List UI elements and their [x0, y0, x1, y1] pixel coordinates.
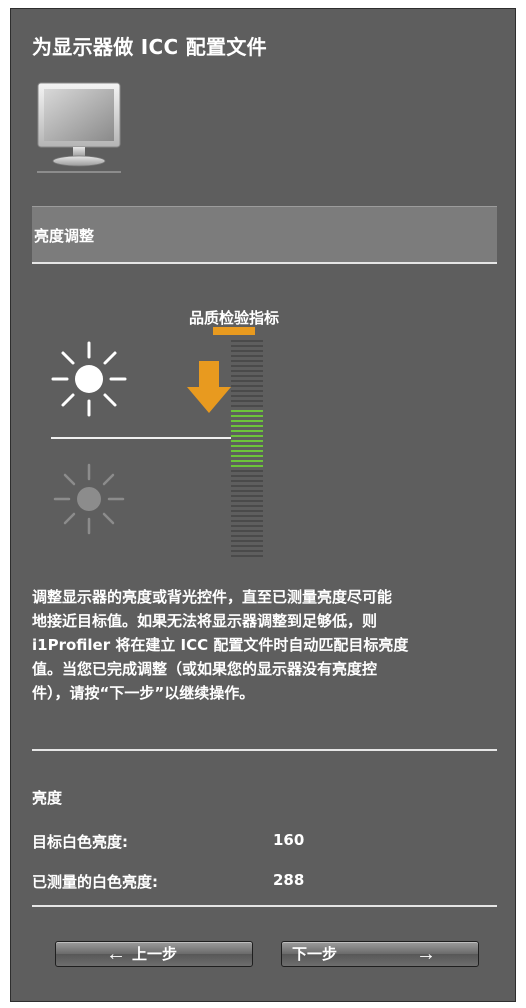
meter-tick-green	[231, 465, 263, 467]
instructions-line: 调整显示器的亮度或背光控件，直至已测量亮度尽可能	[32, 588, 393, 606]
meter-tick-green	[231, 415, 263, 417]
down-arrow-icon	[187, 361, 231, 413]
instructions-line: i1Profiler 将在建立 ICC 配置文件时自动匹配目标亮度	[32, 636, 409, 654]
meter-tick-green	[231, 430, 263, 432]
meter-tick	[231, 400, 263, 402]
meter-tick	[231, 500, 263, 502]
meter-tick-green	[231, 420, 263, 422]
meter-tick-green	[231, 455, 263, 457]
next-button[interactable]: 下一步 →	[281, 941, 479, 967]
instructions-line: 值。当您已完成调整（或如果您的显示器没有亮度控	[32, 660, 378, 678]
meter-tick-green	[231, 450, 263, 452]
meter-tick	[231, 370, 263, 372]
previous-button[interactable]: ← 上一步	[55, 941, 253, 967]
meter-tick	[231, 385, 263, 387]
meter-tick	[231, 480, 263, 482]
meter-tick	[231, 505, 263, 507]
meter-tick	[231, 550, 263, 552]
meter-tick	[231, 470, 263, 472]
meter-tick	[231, 350, 263, 352]
previous-button-label: 上一步	[132, 946, 178, 963]
section-header: 亮度调整	[32, 206, 497, 262]
instructions-text: 调整显示器的亮度或背光控件，直至已测量亮度尽可能 地接近目标值。如果无法将显示器…	[32, 585, 500, 705]
meter-tick	[231, 390, 263, 392]
window-title: 为显示器做 ICC 配置文件	[32, 35, 267, 59]
meter-tick	[231, 515, 263, 517]
quality-indicator-target-bar	[213, 327, 255, 335]
meter-tick	[231, 365, 263, 367]
sun-bright-icon	[51, 341, 127, 417]
next-button-label: 下一步	[292, 946, 338, 963]
meter-tick-green	[231, 445, 263, 447]
meter-tick	[231, 555, 263, 557]
meter-tick	[231, 545, 263, 547]
meter-tick	[231, 485, 263, 487]
meter-tick	[231, 395, 263, 397]
meter-tick-green	[231, 435, 263, 437]
measured-white-label: 已测量的白色亮度:	[32, 873, 158, 891]
meter-tick	[231, 525, 263, 527]
meter-tick-green	[231, 425, 263, 427]
quality-indicator-label: 品质检验指标	[189, 309, 280, 327]
meter-tick	[231, 405, 263, 407]
profile-panel: 为显示器做 ICC 配置文件 亮度调整 品质检验指标 调整显示器的亮度或背光控件…	[10, 8, 516, 1002]
meter-tick-green	[231, 440, 263, 442]
meter-tick-green	[231, 460, 263, 462]
meter-tick	[231, 495, 263, 497]
measured-white-value: 288	[273, 871, 305, 889]
meter-tick	[231, 380, 263, 382]
target-white-label: 目标白色亮度:	[32, 833, 128, 851]
arrow-right-icon: →	[416, 943, 436, 965]
footer-divider	[32, 905, 497, 907]
section-title: 亮度调整	[34, 227, 95, 245]
brightness-divider	[32, 749, 497, 751]
meter-tick	[231, 540, 263, 542]
section-divider	[32, 262, 497, 264]
brightness-title: 亮度	[32, 789, 63, 807]
meter-tick	[231, 375, 263, 377]
meter-tick	[231, 475, 263, 477]
sun-dim-icon	[53, 463, 125, 535]
arrow-left-icon: ←	[106, 943, 126, 965]
meter-tick-green	[231, 410, 263, 412]
meter-tick	[231, 355, 263, 357]
meter-tick	[231, 345, 263, 347]
meter-tick	[231, 490, 263, 492]
meter-tick	[231, 520, 263, 522]
instructions-line: 件），请按“下一步”以继续操作。	[32, 684, 255, 702]
instructions-line: 地接近目标值。如果无法将显示器调整到足够低，则	[32, 612, 378, 630]
target-white-value: 160	[273, 831, 305, 849]
meter-tick	[231, 535, 263, 537]
meter-tick	[231, 360, 263, 362]
monitor-icon	[37, 82, 121, 173]
quality-meter	[231, 340, 263, 557]
meter-tick	[231, 340, 263, 342]
meter-tick	[231, 510, 263, 512]
meter-tick	[231, 530, 263, 532]
sun-divider-line	[51, 437, 231, 439]
